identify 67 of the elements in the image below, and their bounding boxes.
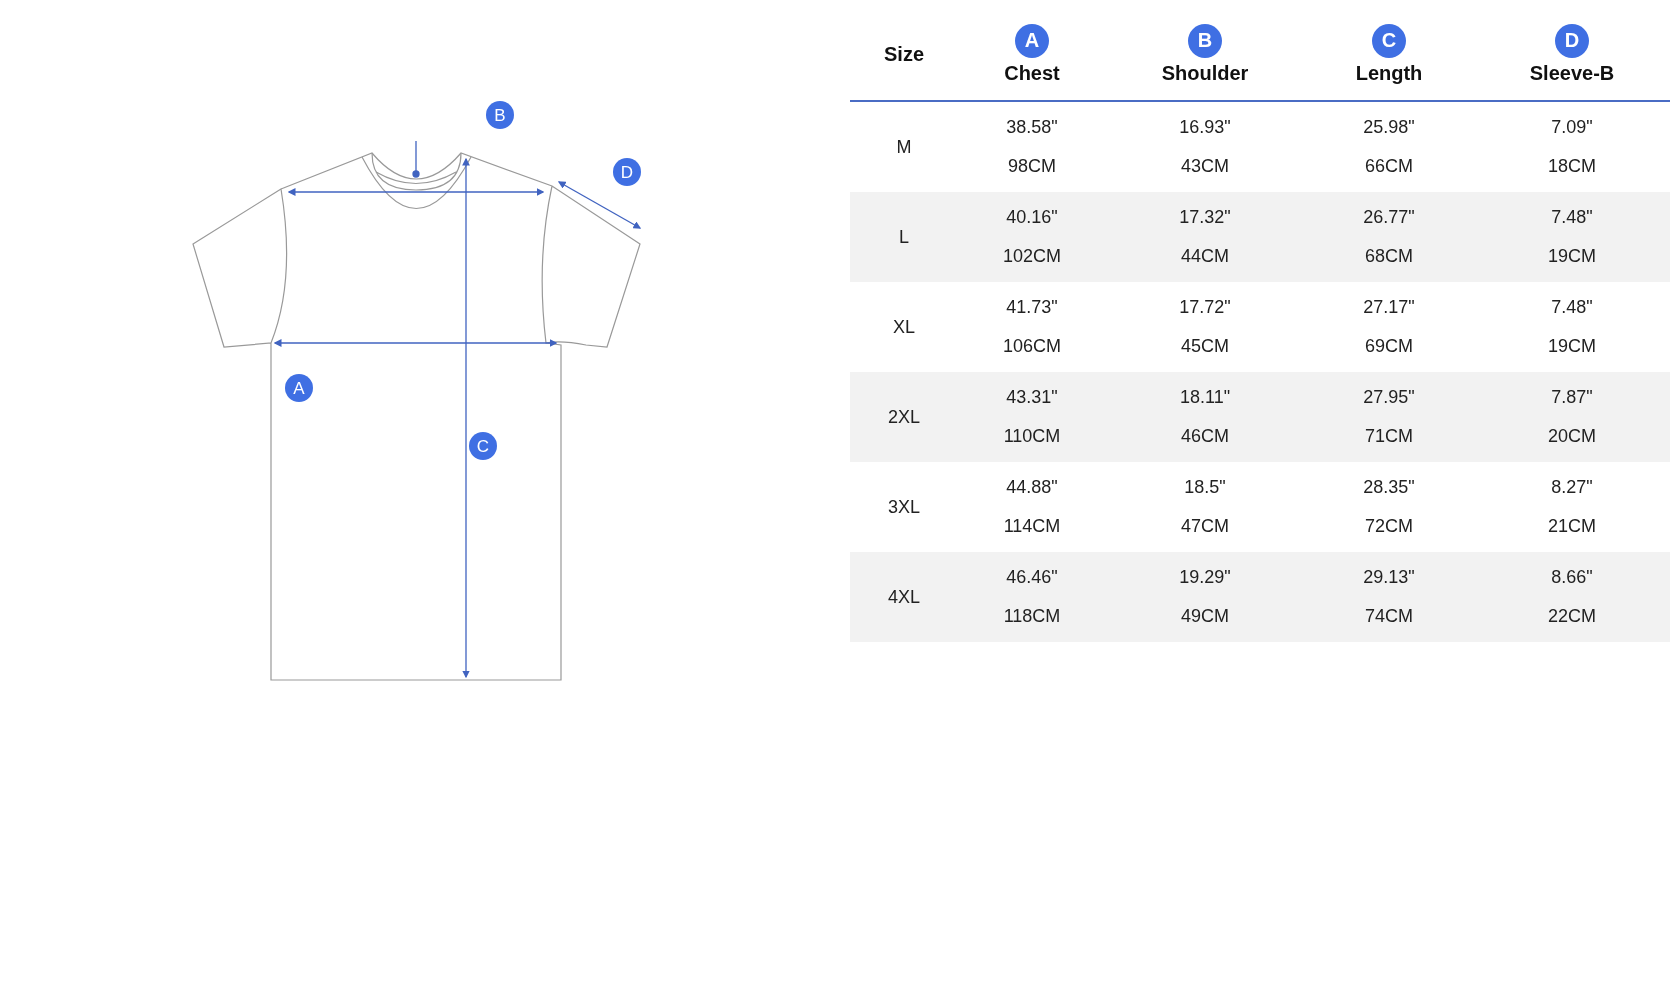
cm-value: 21CM xyxy=(1548,516,1596,537)
size-cell: M xyxy=(896,136,912,158)
cm-value: 47CM xyxy=(1181,516,1229,537)
size-cell: L xyxy=(899,226,909,248)
cm-value: 74CM xyxy=(1365,606,1413,627)
cm-value: 20CM xyxy=(1548,426,1596,447)
inch-value: 19.29" xyxy=(1179,567,1231,588)
cm-value: 19CM xyxy=(1548,246,1596,267)
inch-value: 38.58" xyxy=(1006,117,1058,138)
cm-value: 69CM xyxy=(1365,336,1413,357)
cm-value: 46CM xyxy=(1181,426,1229,447)
size-cell: 4XL xyxy=(888,586,920,608)
inch-value: 26.77" xyxy=(1363,207,1415,228)
letter-badge: D xyxy=(1555,23,1589,58)
inch-value: 40.16" xyxy=(1006,207,1058,228)
cm-value: 43CM xyxy=(1181,156,1229,177)
size-cell: 2XL xyxy=(888,406,920,428)
cm-value: 71CM xyxy=(1365,426,1413,447)
cm-value: 106CM xyxy=(1003,336,1061,357)
cm-value: 118CM xyxy=(1003,606,1061,627)
cm-value: 45CM xyxy=(1181,336,1229,357)
inch-value: 7.09" xyxy=(1551,117,1593,138)
inch-value: 17.32" xyxy=(1179,207,1231,228)
cm-value: 110CM xyxy=(1003,426,1061,447)
marker-badge: A xyxy=(285,374,313,402)
cm-value: 68CM xyxy=(1365,246,1413,267)
column-heading: Chest xyxy=(1004,61,1060,85)
cm-value: 22CM xyxy=(1548,606,1596,627)
marker-badge: C xyxy=(469,432,497,460)
letter-badge: C xyxy=(1372,23,1406,58)
inch-value: 7.48" xyxy=(1551,297,1593,318)
column-heading: Size xyxy=(884,42,924,66)
cm-value: 98CM xyxy=(1008,156,1056,177)
cm-value: 72CM xyxy=(1365,516,1413,537)
cm-value: 114CM xyxy=(1003,516,1061,537)
letter-badge: A xyxy=(1015,23,1049,58)
cm-value: 102CM xyxy=(1003,246,1061,267)
size-cell: XL xyxy=(893,316,915,338)
marker-badge: B xyxy=(486,101,514,129)
inch-value: 8.66" xyxy=(1551,567,1593,588)
inch-value: 44.88" xyxy=(1006,477,1058,498)
marker-badge: D xyxy=(613,158,641,186)
inch-value: 46.46" xyxy=(1006,567,1058,588)
column-heading: Shoulder xyxy=(1161,61,1249,85)
size-cell: 3XL xyxy=(888,496,920,518)
cm-value: 18CM xyxy=(1548,156,1596,177)
inch-value: 27.95" xyxy=(1363,387,1415,408)
column-heading: Sleeve-B xyxy=(1529,61,1615,85)
inch-value: 43.31" xyxy=(1006,387,1058,408)
letter-badge: B xyxy=(1188,23,1222,58)
inch-value: 8.27" xyxy=(1551,477,1593,498)
inch-value: 7.48" xyxy=(1551,207,1593,228)
inch-value: 17.72" xyxy=(1179,297,1231,318)
inch-value: 18.11" xyxy=(1179,387,1231,408)
inch-value: 27.17" xyxy=(1363,297,1415,318)
inch-value: 41.73" xyxy=(1006,297,1058,318)
inch-value: 16.93" xyxy=(1179,117,1231,138)
cm-value: 49CM xyxy=(1181,606,1229,627)
cm-value: 19CM xyxy=(1548,336,1596,357)
inch-value: 29.13" xyxy=(1363,567,1415,588)
inch-value: 25.98" xyxy=(1363,117,1415,138)
inch-value: 18.5" xyxy=(1184,477,1226,498)
inch-value: 28.35" xyxy=(1363,477,1415,498)
cm-value: 66CM xyxy=(1365,156,1413,177)
inch-value: 7.87" xyxy=(1551,387,1593,408)
cm-value: 44CM xyxy=(1181,246,1229,267)
column-heading: Length xyxy=(1355,61,1423,85)
